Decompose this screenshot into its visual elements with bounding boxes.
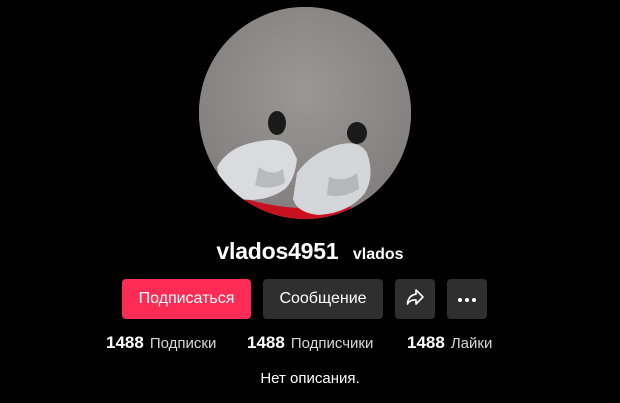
username: vlados4951 <box>216 238 339 264</box>
message-button[interactable]: Сообщение <box>263 279 383 319</box>
profile-page: vlados4951 vlados Подписаться Сообщение … <box>0 0 620 403</box>
bio-text: Нет описания. <box>260 370 360 387</box>
avatar[interactable] <box>199 7 411 219</box>
share-button[interactable] <box>395 279 435 319</box>
followers-label: Подписчики <box>290 335 374 352</box>
following-value: 1488 <box>106 333 144 352</box>
share-arrow-icon <box>405 287 425 312</box>
following-label: Подписки <box>149 335 217 352</box>
followers-count[interactable]: 1488 Подписчики <box>247 333 373 353</box>
likes-value: 1488 <box>407 333 445 352</box>
name-row: vlados4951 vlados <box>0 238 620 265</box>
likes-label: Лайки <box>450 335 493 352</box>
follow-button[interactable]: Подписаться <box>122 279 251 319</box>
more-dots-icon <box>457 290 477 308</box>
nickname: vlados <box>352 246 404 263</box>
more-options-button[interactable] <box>447 279 487 319</box>
likes-count: 1488 Лайки <box>407 333 492 353</box>
following-count[interactable]: 1488 Подписки <box>106 333 216 353</box>
followers-value: 1488 <box>247 333 285 352</box>
avatar-photo <box>199 7 411 219</box>
